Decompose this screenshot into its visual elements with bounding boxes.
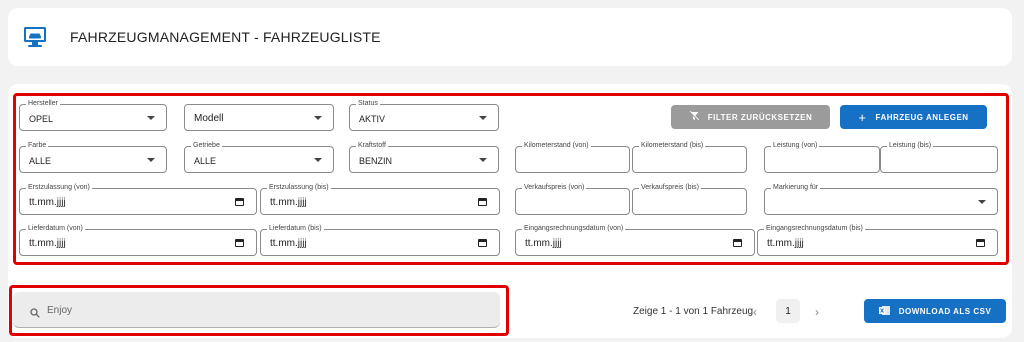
reset-filter-label: FILTER ZURÜCKSETZEN [707, 112, 813, 122]
filter-off-icon [688, 110, 699, 123]
kraftstoff-select[interactable]: Kraftstoff BENZIN [349, 141, 499, 173]
status-select[interactable]: Status AKTIV [349, 99, 499, 131]
chevron-down-icon [147, 158, 155, 162]
km-bis-label: Kilometerstand (bis) [639, 141, 706, 151]
calendar-icon[interactable] [478, 239, 487, 247]
verkaufspreis-von-input[interactable]: Verkaufspreis (von) [515, 183, 630, 215]
prev-page-button[interactable]: ‹ [753, 305, 757, 319]
chevron-down-icon [314, 158, 322, 162]
erstzulassung-bis-placeholder: tt.mm.jjjj [270, 197, 307, 208]
eingangsrechnung-von-label: Eingangsrechnungsdatum (von) [522, 224, 626, 234]
search-input[interactable]: Enjoy [13, 292, 500, 328]
calendar-icon[interactable] [733, 239, 742, 247]
lieferdatum-von-label: Lieferdatum (von) [26, 224, 85, 234]
eingangsrechnung-bis-placeholder: tt.mm.jjjj [767, 238, 804, 249]
eingangsrechnung-bis-input[interactable]: Eingangsrechnungsdatum (bis) tt.mm.jjjj [757, 224, 998, 256]
eingangsrechnung-bis-label: Eingangsrechnungsdatum (bis) [764, 224, 865, 234]
calendar-icon[interactable] [235, 198, 244, 206]
farbe-label: Farbe [26, 141, 49, 151]
search-value: Enjoy [47, 305, 73, 316]
verkaufspreis-von-label: Verkaufspreis (von) [522, 183, 587, 193]
markierung-select[interactable]: Markierung für [764, 183, 998, 215]
verkaufspreis-bis-input[interactable]: Verkaufspreis (bis) [632, 183, 747, 215]
modell-placeholder: Modell [194, 113, 224, 124]
erstzulassung-bis-input[interactable]: Erstzulassung (bis) tt.mm.jjjj [260, 183, 500, 215]
download-csv-button[interactable]: DOWNLOAD ALS CSV [864, 299, 1006, 323]
add-vehicle-button[interactable]: + FAHRZEUG ANLEGEN [840, 105, 987, 129]
eingangsrechnung-von-input[interactable]: Eingangsrechnungsdatum (von) tt.mm.jjjj [515, 224, 755, 256]
chevron-down-icon [479, 158, 487, 162]
getriebe-select[interactable]: Getriebe ALLE [184, 141, 334, 173]
hersteller-select[interactable]: Hersteller OPEL [19, 99, 167, 131]
kraftstoff-value: BENZIN [359, 156, 393, 166]
erstzulassung-von-placeholder: tt.mm.jjjj [29, 197, 66, 208]
lieferdatum-bis-placeholder: tt.mm.jjjj [270, 238, 307, 249]
pagination-summary: Zeige 1 - 1 von 1 Fahrzeug [633, 306, 754, 317]
excel-icon [878, 305, 890, 318]
kraftstoff-label: Kraftstoff [356, 141, 388, 151]
calendar-icon[interactable] [235, 239, 244, 247]
page-button-1[interactable]: 1 [776, 299, 800, 323]
search-icon [30, 305, 40, 323]
status-value: AKTIV [359, 114, 386, 124]
lieferdatum-von-placeholder: tt.mm.jjjj [29, 238, 66, 249]
erstzulassung-bis-label: Erstzulassung (bis) [267, 183, 331, 193]
lieferdatum-bis-input[interactable]: Lieferdatum (bis) tt.mm.jjjj [260, 224, 500, 256]
monitor-car-icon [22, 25, 48, 49]
modell-select[interactable]: Modell [184, 104, 334, 131]
km-von-label: Kilometerstand (von) [522, 141, 591, 151]
leistung-bis-input[interactable]: Leistung (bis) [880, 141, 998, 173]
farbe-select[interactable]: Farbe ALLE [19, 141, 167, 173]
leistung-von-label: Leistung (von) [771, 141, 820, 151]
page-title: FAHRZEUGMANAGEMENT - FAHRZEUGLISTE [70, 29, 381, 45]
reset-filter-button[interactable]: FILTER ZURÜCKSETZEN [671, 105, 830, 129]
verkaufspreis-bis-label: Verkaufspreis (bis) [639, 183, 701, 193]
km-bis-input[interactable]: Kilometerstand (bis) [632, 141, 747, 173]
add-vehicle-label: FAHRZEUG ANLEGEN [875, 112, 969, 122]
getriebe-label: Getriebe [191, 141, 222, 151]
km-von-input[interactable]: Kilometerstand (von) [515, 141, 630, 173]
erstzulassung-von-input[interactable]: Erstzulassung (von) tt.mm.jjjj [19, 183, 257, 215]
farbe-value: ALLE [29, 156, 52, 166]
leistung-bis-label: Leistung (bis) [887, 141, 934, 151]
hersteller-label: Hersteller [26, 99, 60, 109]
status-label: Status [356, 99, 380, 109]
lieferdatum-bis-label: Lieferdatum (bis) [267, 224, 324, 234]
erstzulassung-von-label: Erstzulassung (von) [26, 183, 92, 193]
chevron-down-icon [978, 200, 986, 204]
eingangsrechnung-von-placeholder: tt.mm.jjjj [525, 238, 562, 249]
calendar-icon[interactable] [976, 239, 985, 247]
plus-icon: + [858, 109, 867, 125]
page-header: FAHRZEUGMANAGEMENT - FAHRZEUGLISTE [8, 8, 1012, 66]
chevron-down-icon [147, 116, 155, 120]
getriebe-value: ALLE [194, 156, 217, 166]
next-page-button[interactable]: › [815, 305, 819, 319]
download-csv-label: DOWNLOAD ALS CSV [898, 306, 992, 316]
chevron-down-icon [314, 116, 322, 120]
leistung-von-input[interactable]: Leistung (von) [764, 141, 880, 173]
calendar-icon[interactable] [478, 198, 487, 206]
hersteller-value: OPEL [29, 114, 54, 124]
chevron-down-icon [479, 116, 487, 120]
markierung-label: Markierung für [771, 183, 821, 193]
lieferdatum-von-input[interactable]: Lieferdatum (von) tt.mm.jjjj [19, 224, 257, 256]
